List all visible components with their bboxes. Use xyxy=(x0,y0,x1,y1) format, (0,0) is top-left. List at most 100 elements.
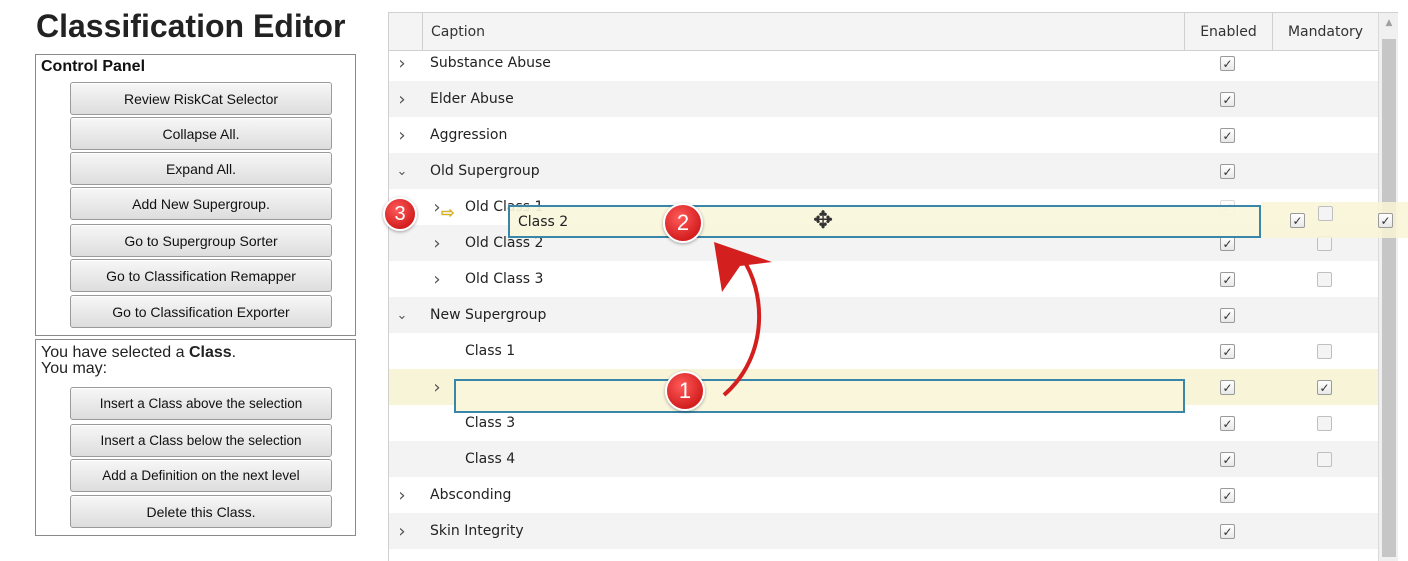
mandatory-checkbox[interactable] xyxy=(1317,236,1332,251)
selection-message-suffix: . xyxy=(231,344,237,361)
scroll-up-icon[interactable]: ▲ xyxy=(1379,13,1398,33)
row-caption: Class 1 xyxy=(465,343,516,359)
checkmark-icon: ✓ xyxy=(1319,380,1330,395)
selection-panel: You have selected a Class. You may: Inse… xyxy=(35,339,356,536)
enabled-checkbox[interactable]: ✓ xyxy=(1220,524,1235,539)
checkmark-icon: ✓ xyxy=(1222,380,1233,395)
control-panel-heading: Control Panel xyxy=(41,58,146,75)
chevron-down-icon[interactable]: ⌄ xyxy=(395,297,409,333)
step-marker-3: 3 xyxy=(383,197,417,231)
insert-class-above-button[interactable]: Insert a Class above the selection xyxy=(70,387,332,420)
row-caption: Old Class 3 xyxy=(465,271,544,287)
grid-row-skin-integrity[interactable]: › Skin Integrity ✓ xyxy=(389,513,1378,549)
mandatory-checkbox[interactable] xyxy=(1317,452,1332,467)
row-caption: Elder Abuse xyxy=(430,91,514,107)
enabled-checkbox[interactable]: ✓ xyxy=(1220,308,1235,323)
enabled-checkbox[interactable]: ✓ xyxy=(1220,128,1235,143)
mandatory-checkbox[interactable] xyxy=(1317,416,1332,431)
selection-you-may: You may: xyxy=(41,360,108,377)
drag-ghost-caption: Class 2 xyxy=(518,213,569,230)
checkmark-icon: ✓ xyxy=(1222,56,1233,71)
grid-row-absconding[interactable]: › Absconding ✓ xyxy=(389,477,1378,513)
step-marker-2: 2 xyxy=(663,203,703,243)
enabled-checkbox[interactable]: ✓ xyxy=(1220,272,1235,287)
row-caption: Class 4 xyxy=(465,451,516,467)
vertical-scrollbar[interactable]: ▲ xyxy=(1378,13,1398,561)
selected-row-outline xyxy=(454,379,1185,413)
row-caption: Skin Integrity xyxy=(430,523,524,539)
drag-ghost-extra-checkbox: ✓ xyxy=(1378,213,1393,228)
checkmark-icon: ✓ xyxy=(1222,92,1233,107)
checkmark-icon: ✓ xyxy=(1222,236,1233,251)
checkmark-icon: ✓ xyxy=(1222,416,1233,431)
enabled-checkbox[interactable]: ✓ xyxy=(1220,380,1235,395)
enabled-checkbox[interactable]: ✓ xyxy=(1220,236,1235,251)
grid-row-class-1[interactable]: Class 1 ✓ xyxy=(389,333,1378,369)
checkmark-icon: ✓ xyxy=(1222,272,1233,287)
grid-row-old-class-3[interactable]: › Old Class 3 ✓ xyxy=(389,261,1378,297)
checkmark-icon: ✓ xyxy=(1222,128,1233,143)
grid-row-substance-abuse[interactable]: › Substance Abuse ✓ xyxy=(389,45,1378,81)
expand-all-button[interactable]: Expand All. xyxy=(70,152,332,185)
review-riskcat-selector-button[interactable]: Review RiskCat Selector xyxy=(70,82,332,115)
row-caption: Aggression xyxy=(430,127,508,143)
enabled-checkbox[interactable]: ✓ xyxy=(1220,56,1235,71)
selection-message-prefix: You have selected a xyxy=(41,344,189,361)
grid-row-class-4[interactable]: Class 4 ✓ xyxy=(389,441,1378,477)
mandatory-checkbox[interactable] xyxy=(1317,344,1332,359)
scroll-thumb[interactable] xyxy=(1382,39,1396,557)
classification-remapper-button[interactable]: Go to Classification Remapper xyxy=(70,259,332,292)
checkmark-icon: ✓ xyxy=(1222,164,1233,179)
selection-type: Class xyxy=(188,344,232,361)
chevron-right-icon[interactable]: › xyxy=(395,513,409,549)
checkmark-icon: ✓ xyxy=(1380,213,1391,228)
chevron-right-icon[interactable]: › xyxy=(430,225,444,261)
chevron-right-icon[interactable]: › xyxy=(430,369,444,405)
row-caption: Substance Abuse xyxy=(430,55,551,71)
control-panel: Control Panel Review RiskCat Selector Co… xyxy=(35,54,356,336)
chevron-right-icon[interactable]: › xyxy=(395,45,409,81)
row-caption: Absconding xyxy=(430,487,512,503)
add-new-supergroup-button[interactable]: Add New Supergroup. xyxy=(70,187,332,220)
delete-class-button[interactable]: Delete this Class. xyxy=(70,495,332,528)
supergroup-sorter-button[interactable]: Go to Supergroup Sorter xyxy=(70,224,332,257)
mandatory-checkbox[interactable]: ✓ xyxy=(1317,380,1332,395)
classification-exporter-button[interactable]: Go to Classification Exporter xyxy=(70,295,332,328)
enabled-checkbox[interactable]: ✓ xyxy=(1220,416,1235,431)
drag-ghost-enabled-checkbox: ✓ xyxy=(1290,213,1305,228)
checkmark-icon: ✓ xyxy=(1222,488,1233,503)
grid-row-aggression[interactable]: › Aggression ✓ xyxy=(389,117,1378,153)
app-title: Classification Editor xyxy=(36,8,346,44)
checkmark-icon: ✓ xyxy=(1292,213,1303,228)
classification-grid: Caption Enabled Mandatory › Substance Abu… xyxy=(388,12,1398,561)
move-cursor-icon: ✥ xyxy=(812,206,834,234)
drag-ghost-mandatory-checkbox xyxy=(1318,206,1333,221)
grid-row-old-supergroup[interactable]: ⌄ Old Supergroup ✓ xyxy=(389,153,1378,189)
selection-message: You have selected a Class. You may: xyxy=(41,345,236,377)
enabled-checkbox[interactable]: ✓ xyxy=(1220,452,1235,467)
chevron-right-icon[interactable]: › xyxy=(395,117,409,153)
enabled-checkbox[interactable]: ✓ xyxy=(1220,488,1235,503)
chevron-right-icon[interactable]: › xyxy=(395,81,409,117)
row-caption: New Supergroup xyxy=(430,307,547,323)
insert-class-below-button[interactable]: Insert a Class below the selection xyxy=(70,424,332,457)
checkmark-icon: ✓ xyxy=(1222,452,1233,467)
chevron-right-icon[interactable]: › xyxy=(430,261,444,297)
add-definition-button[interactable]: Add a Definition on the next level xyxy=(70,459,332,492)
row-caption: Old Supergroup xyxy=(430,163,540,179)
checkmark-icon: ✓ xyxy=(1222,344,1233,359)
step-marker-1: 1 xyxy=(665,371,705,411)
mandatory-checkbox[interactable] xyxy=(1317,272,1332,287)
enabled-checkbox[interactable]: ✓ xyxy=(1220,344,1235,359)
chevron-right-icon[interactable]: › xyxy=(395,477,409,513)
checkmark-icon: ✓ xyxy=(1222,308,1233,323)
drop-position-arrow-icon: ⇨ xyxy=(441,205,455,222)
drag-ghost-row: Class 2 xyxy=(508,205,1261,238)
grid-row-elder-abuse[interactable]: › Elder Abuse ✓ xyxy=(389,81,1378,117)
checkmark-icon: ✓ xyxy=(1222,524,1233,539)
chevron-down-icon[interactable]: ⌄ xyxy=(395,153,409,189)
grid-row-new-supergroup[interactable]: ⌄ New Supergroup ✓ xyxy=(389,297,1378,333)
collapse-all-button[interactable]: Collapse All. xyxy=(70,117,332,150)
enabled-checkbox[interactable]: ✓ xyxy=(1220,164,1235,179)
enabled-checkbox[interactable]: ✓ xyxy=(1220,92,1235,107)
